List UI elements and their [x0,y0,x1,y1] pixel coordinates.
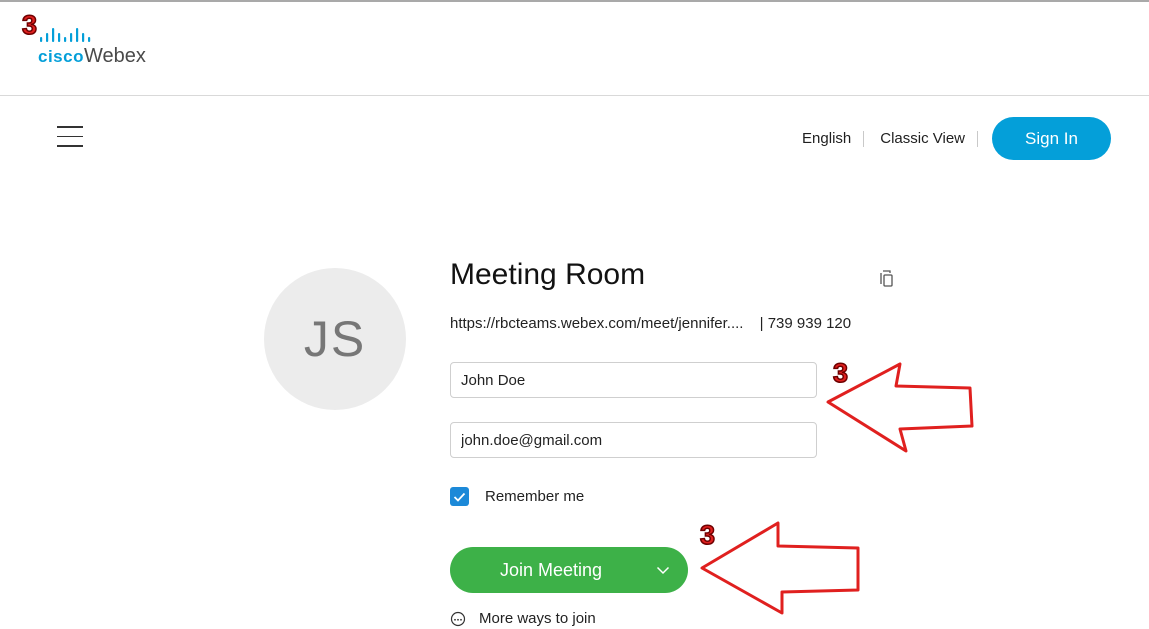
join-meeting-label: Join Meeting [500,559,603,580]
nav-separator [863,130,865,147]
cisco-webex-logo[interactable]: cisco Webex [38,28,198,78]
top-border [0,0,1149,2]
email-input[interactable] [450,422,817,458]
annotation-arrow-icon [700,521,860,615]
meeting-url[interactable]: https://rbcteams.webex.com/meet/jennifer… [450,315,743,332]
annotation-arrow-icon [826,362,974,453]
more-ways-label: More ways to join [479,610,596,627]
cisco-bars-icon [40,28,91,42]
meeting-info: https://rbcteams.webex.com/meet/jennifer… [450,315,851,332]
checkbox-checked-icon[interactable] [450,487,469,506]
name-input[interactable] [450,362,817,398]
sign-in-button[interactable]: Sign In [992,117,1111,160]
page-title: Meeting Room [450,258,646,291]
nav-separator [977,130,978,147]
chevron-down-icon[interactable] [656,566,670,575]
hamburger-menu-icon[interactable] [57,126,83,150]
logo-product: Webex [84,45,146,67]
header-divider [0,95,1149,96]
language-selector[interactable]: English [802,130,851,147]
annotation-marker-logo: 3 [21,9,38,41]
logo-brand: cisco [38,47,84,66]
join-meeting-button[interactable]: Join Meeting [450,547,688,593]
copy-icon[interactable] [880,270,894,288]
remember-me-checkbox[interactable]: Remember me [450,487,584,506]
more-ways-to-join[interactable]: More ways to join [450,610,596,627]
meeting-number: | 739 939 120 [759,315,852,332]
avatar-initials: JS [303,311,367,367]
more-options-icon [450,611,466,626]
remember-me-label: Remember me [485,488,585,505]
classic-view-link[interactable]: Classic View [880,130,965,147]
avatar: JS [264,268,406,410]
top-navigation: English Classic View Sign In [802,117,1111,160]
